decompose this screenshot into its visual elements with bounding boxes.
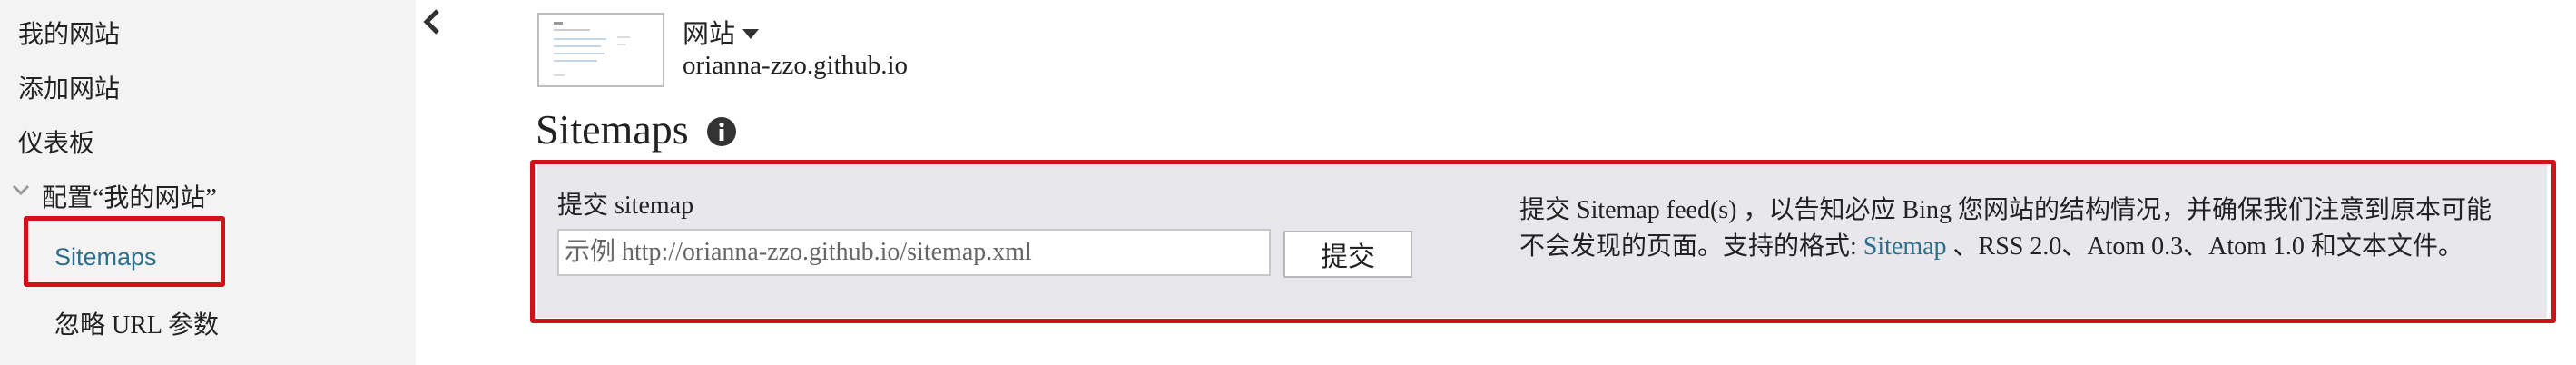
site-url: orianna-zzo.github.io	[683, 51, 909, 80]
sidebar: 我的网站 添加网站 仪表板 配置“我的网站” Sitemaps 忽略 URL 参…	[0, 0, 416, 365]
description-text-end: 、RSS 2.0、Atom 0.3、Atom 1.0 和文本文件。	[1946, 232, 2463, 261]
submit-button[interactable]: 提交	[1283, 231, 1412, 278]
info-icon[interactable]	[706, 116, 737, 147]
sidebar-item-add-site[interactable]: 添加网站	[18, 69, 120, 105]
sidebar-item-ignore-url-parameters[interactable]: 忽略 URL 参数	[54, 305, 219, 341]
submit-description: 提交 Sitemap feed(s) ，以告知必应 Bing 您网站的结构情况，…	[1519, 192, 2509, 265]
caret-down-icon	[742, 29, 760, 39]
chevron-down-icon[interactable]	[11, 180, 31, 200]
site-name: 网站	[683, 20, 736, 49]
page-title: Sitemaps	[536, 106, 689, 153]
sitemap-url-input[interactable]	[557, 229, 1271, 276]
site-selector[interactable]: 网站	[683, 13, 760, 51]
sitemap-format-link[interactable]: Sitemap	[1863, 232, 1947, 261]
collapse-sidebar-chevron-left-icon[interactable]	[419, 5, 445, 38]
sidebar-item-configure-my-site[interactable]: 配置“我的网站”	[42, 178, 217, 214]
sidebar-item-my-sites[interactable]: 我的网站	[18, 15, 120, 51]
sidebar-item-dashboard[interactable]: 仪表板	[18, 123, 94, 160]
highlight-sitemaps-nav	[24, 216, 225, 287]
site-thumbnail-image	[554, 22, 630, 76]
site-thumbnail	[537, 13, 664, 87]
submit-sitemap-label: 提交 sitemap	[557, 192, 694, 220]
